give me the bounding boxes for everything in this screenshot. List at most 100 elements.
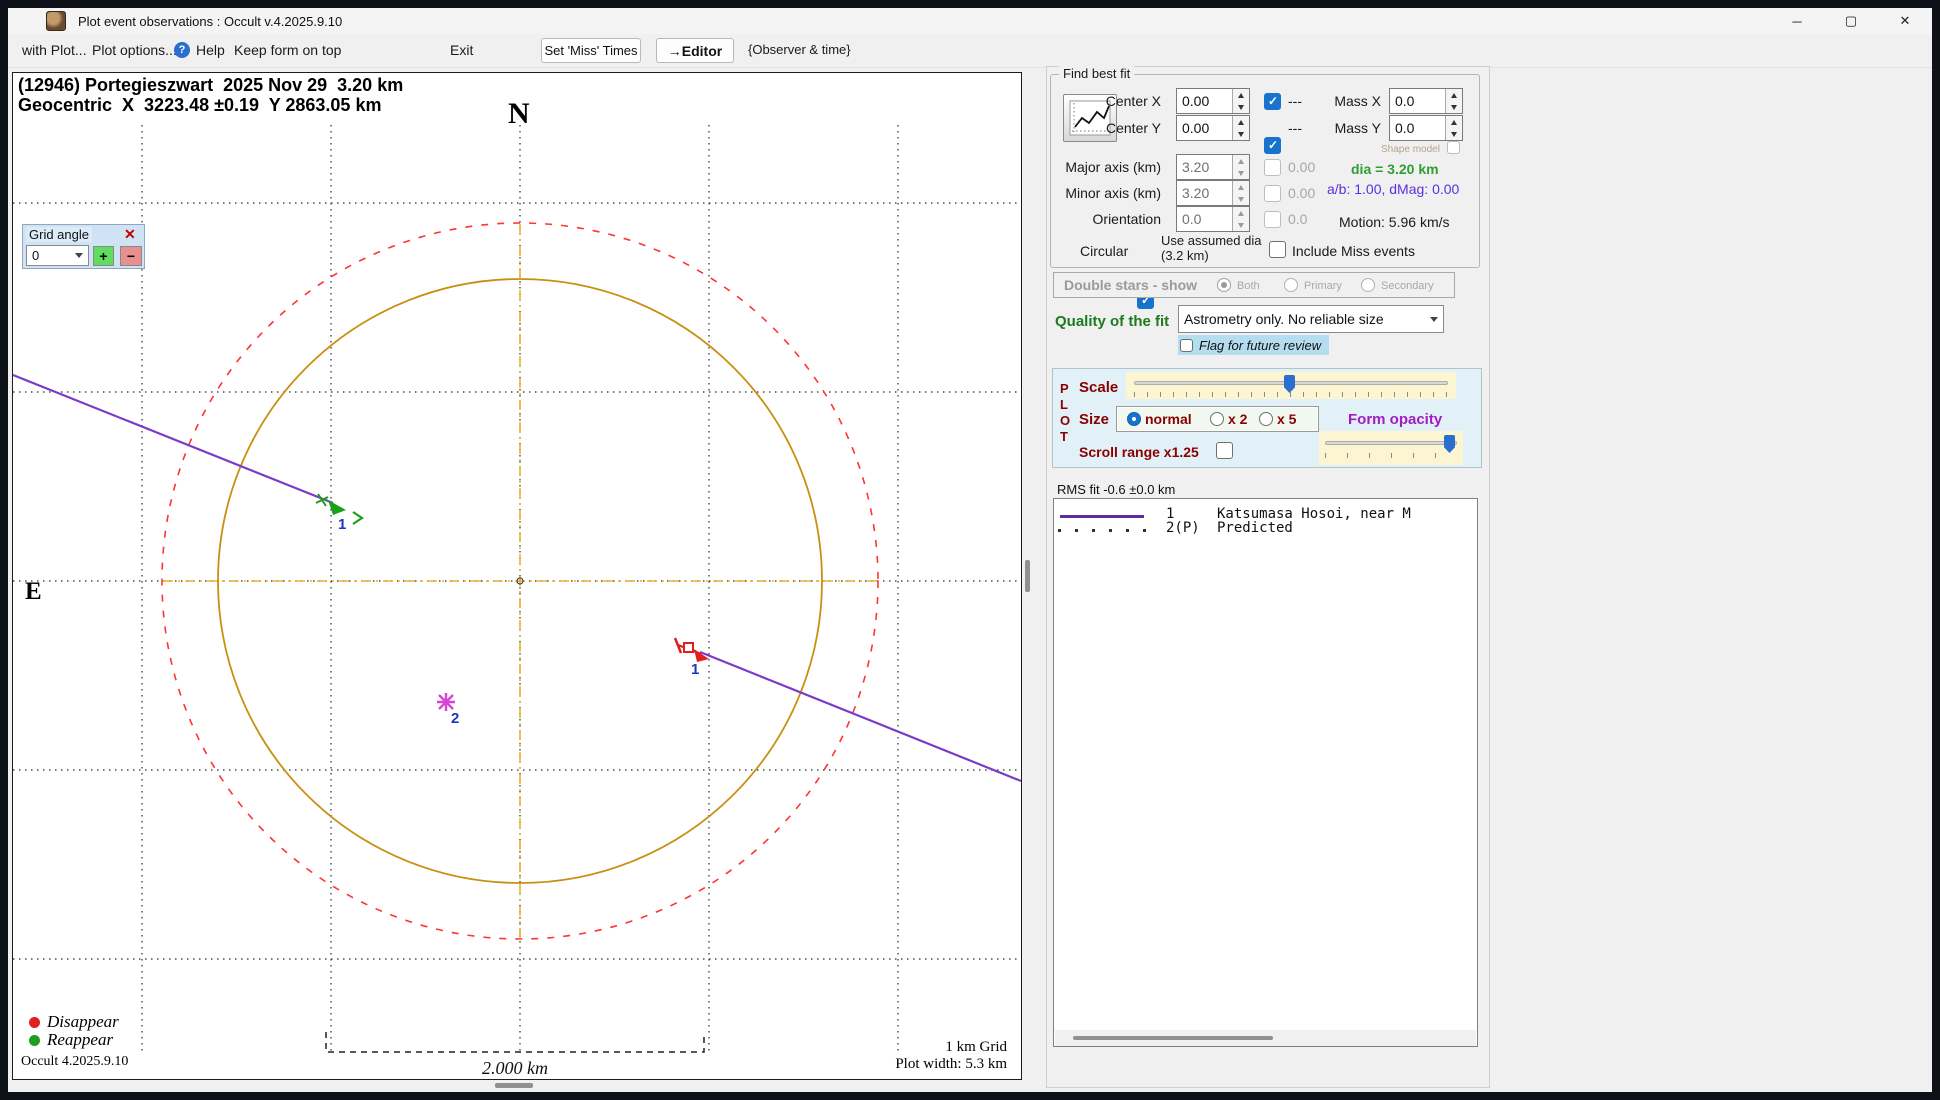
observer-2-num: 2(P) [1166,520,1200,536]
grid-angle-box: Grid angle ✕ 0 + − [22,224,145,269]
double-primary-radio[interactable] [1284,278,1298,292]
scroll-range-checkbox[interactable] [1216,442,1233,459]
observer-list[interactable]: 1 Katsumasa Hosoi, near M 2(P) Predicted [1053,498,1478,1047]
flag-review-row: Flag for future review [1178,335,1330,355]
minor-axis-checkbox[interactable] [1264,185,1281,202]
major-axis-checkbox[interactable] [1264,159,1281,176]
orientation-input[interactable]: 0.0 [1176,206,1250,232]
size-x5-label: x 5 [1277,411,1297,427]
grid-angle-select[interactable]: 0 [26,245,89,266]
center-x-checkbox[interactable] [1264,93,1281,110]
editor-button[interactable]: →Editor [656,38,734,63]
spin-up-icon[interactable] [1446,89,1462,101]
quality-select[interactable]: Astrometry only. No reliable size [1178,305,1444,333]
shape-model-checkbox[interactable] [1447,141,1460,154]
menu-exit[interactable]: Exit [450,42,473,58]
include-miss-label: Include Miss events [1292,243,1415,259]
spin-up-icon[interactable] [1233,155,1249,167]
center-y-value: 0.00 [1182,120,1210,136]
major-axis-alt: 0.00 [1288,159,1316,175]
scroll-range-label: Scroll range x1.25 [1079,444,1199,460]
scale-slider-thumb[interactable] [1284,375,1295,393]
center-y-checkbox[interactable] [1264,137,1281,154]
spin-down-icon[interactable] [1446,101,1462,113]
predicted-label: 2 [451,710,459,727]
include-miss-checkbox[interactable] [1269,241,1286,258]
mass-y-input[interactable]: 0.0 [1389,115,1463,141]
grid-angle-minus-button[interactable]: − [120,246,142,266]
find-best-fit-label: Find best fit [1059,66,1135,81]
spin-up-icon[interactable] [1233,207,1249,219]
app-window: Plot event observations : Occult v.4.202… [8,8,1932,1092]
center-x-input[interactable]: 0.00 [1176,88,1250,114]
shape-model-label: Shape model [1381,144,1440,155]
spin-up-icon[interactable] [1233,116,1249,128]
opacity-slider-track[interactable] [1325,441,1457,445]
legend-reappear-label: Reappear [47,1030,114,1049]
mass-x-input[interactable]: 0.0 [1389,88,1463,114]
set-miss-times-button[interactable]: Set 'Miss' Times [541,38,641,63]
flag-review-checkbox[interactable] [1180,338,1193,352]
scale-bar-bracket [325,1032,705,1053]
grid-angle-title: Grid angle [26,227,92,242]
menu-keep-on-top[interactable]: Keep form on top [234,42,341,58]
grid-angle-close-icon[interactable]: ✕ [124,226,136,243]
legend-disappear-label: Disappear [47,1012,119,1031]
spin-down-icon[interactable] [1233,193,1249,205]
screenshot-frame: Plot event observations : Occult v.4.202… [0,0,1940,1100]
double-secondary-radio[interactable] [1361,278,1375,292]
opacity-slider[interactable] [1319,431,1463,465]
plot-vscrollbar[interactable] [1023,72,1033,1080]
list-hscroll-thumb[interactable] [1073,1036,1273,1040]
event-geocentric: Geocentric X 3223.48 ±0.19 Y 2863.05 km [18,95,382,115]
flag-review-label: Flag for future review [1199,337,1322,353]
scale-bar-label: 2.000 km [482,1058,548,1078]
opacity-slider-thumb[interactable] [1444,435,1455,453]
spin-up-icon[interactable] [1233,89,1249,101]
menu-plot-options[interactable]: Plot options... [92,42,177,58]
size-x5-radio[interactable] [1259,412,1273,426]
spin-down-icon[interactable] [1233,128,1249,140]
spin-down-icon[interactable] [1233,167,1249,179]
spin-up-icon[interactable] [1233,181,1249,193]
disappear-dot-icon [29,1016,40,1028]
double-primary-label: Primary [1304,280,1342,292]
plot-panel: 1 1 2 2.000 km N E (12946) Portegieszwar… [12,72,1022,1080]
plot-hscrollbar[interactable] [12,1081,1022,1091]
minimize-button[interactable]: ─ [1770,8,1824,34]
close-button[interactable]: ✕ [1878,8,1932,34]
grid-angle-plus-button[interactable]: + [93,246,114,266]
minor-axis-input[interactable]: 3.20 [1176,180,1250,206]
plot-hscroll-thumb[interactable] [495,1083,533,1088]
menu-help[interactable]: Help [196,42,225,58]
spin-down-icon[interactable] [1446,128,1462,140]
plus-icon: + [99,248,108,264]
maximize-button[interactable]: ▢ [1824,8,1878,34]
plot-letter-o: O [1060,413,1071,428]
predicted-marker: 2 [437,693,459,727]
plot-canvas[interactable]: 1 1 2 2.000 km N E [13,73,1021,1079]
help-icon: ? [174,42,190,58]
use-assumed-label: Use assumed dia (3.2 km) [1161,233,1262,263]
center-y-input[interactable]: 0.00 [1176,115,1250,141]
plot-vscroll-thumb[interactable] [1025,560,1030,592]
grid-note: 1 km Grid [945,1039,1007,1055]
spin-down-icon[interactable] [1233,101,1249,113]
size-x2-radio[interactable] [1210,412,1224,426]
size-normal-radio[interactable] [1127,412,1141,426]
center-x-label: Center X [1105,93,1161,109]
rms-fit-label: RMS fit -0.6 ±0.0 km [1057,482,1176,497]
spin-down-icon[interactable] [1233,219,1249,231]
orientation-checkbox[interactable] [1264,211,1281,228]
list-hscrollbar[interactable] [1055,1030,1476,1046]
center-y-label: Center Y [1106,120,1161,136]
double-both-radio[interactable] [1217,278,1231,292]
legend-reappear: Reappear [29,1030,113,1050]
major-axis-input[interactable]: 3.20 [1176,154,1250,180]
quality-value: Astrometry only. No reliable size [1184,311,1384,327]
version-label: Occult 4.2025.9.10 [21,1054,129,1069]
spin-up-icon[interactable] [1446,116,1462,128]
motion-text: Motion: 5.96 km/s [1339,214,1450,230]
scale-slider[interactable] [1126,372,1456,399]
menu-with-plot[interactable]: with Plot... [22,42,87,58]
